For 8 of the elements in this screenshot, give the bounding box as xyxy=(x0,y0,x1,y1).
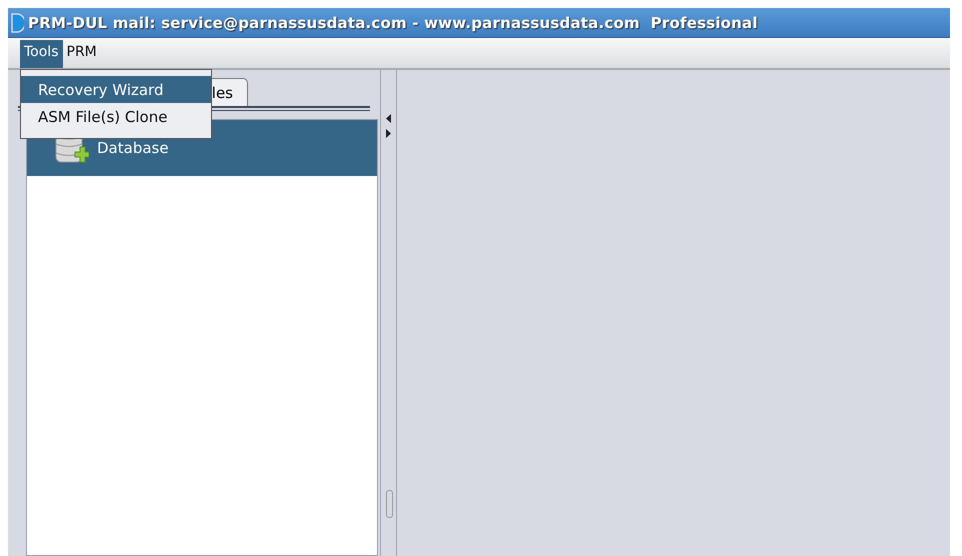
menu-item[interactable]: PRM xyxy=(62,40,101,68)
menu-item[interactable]: Tools xyxy=(20,40,62,68)
expand-right-icon[interactable] xyxy=(386,129,391,138)
collapse-left-icon[interactable] xyxy=(386,114,391,123)
splitter-handle[interactable] xyxy=(386,490,393,518)
menu-entry[interactable]: Recovery Wizard xyxy=(21,76,211,103)
logo-icon xyxy=(10,12,24,32)
window-title: PRM-DUL mail: service@parnassusdata.com - www.parnassusdata.com Professional xyxy=(28,14,758,32)
